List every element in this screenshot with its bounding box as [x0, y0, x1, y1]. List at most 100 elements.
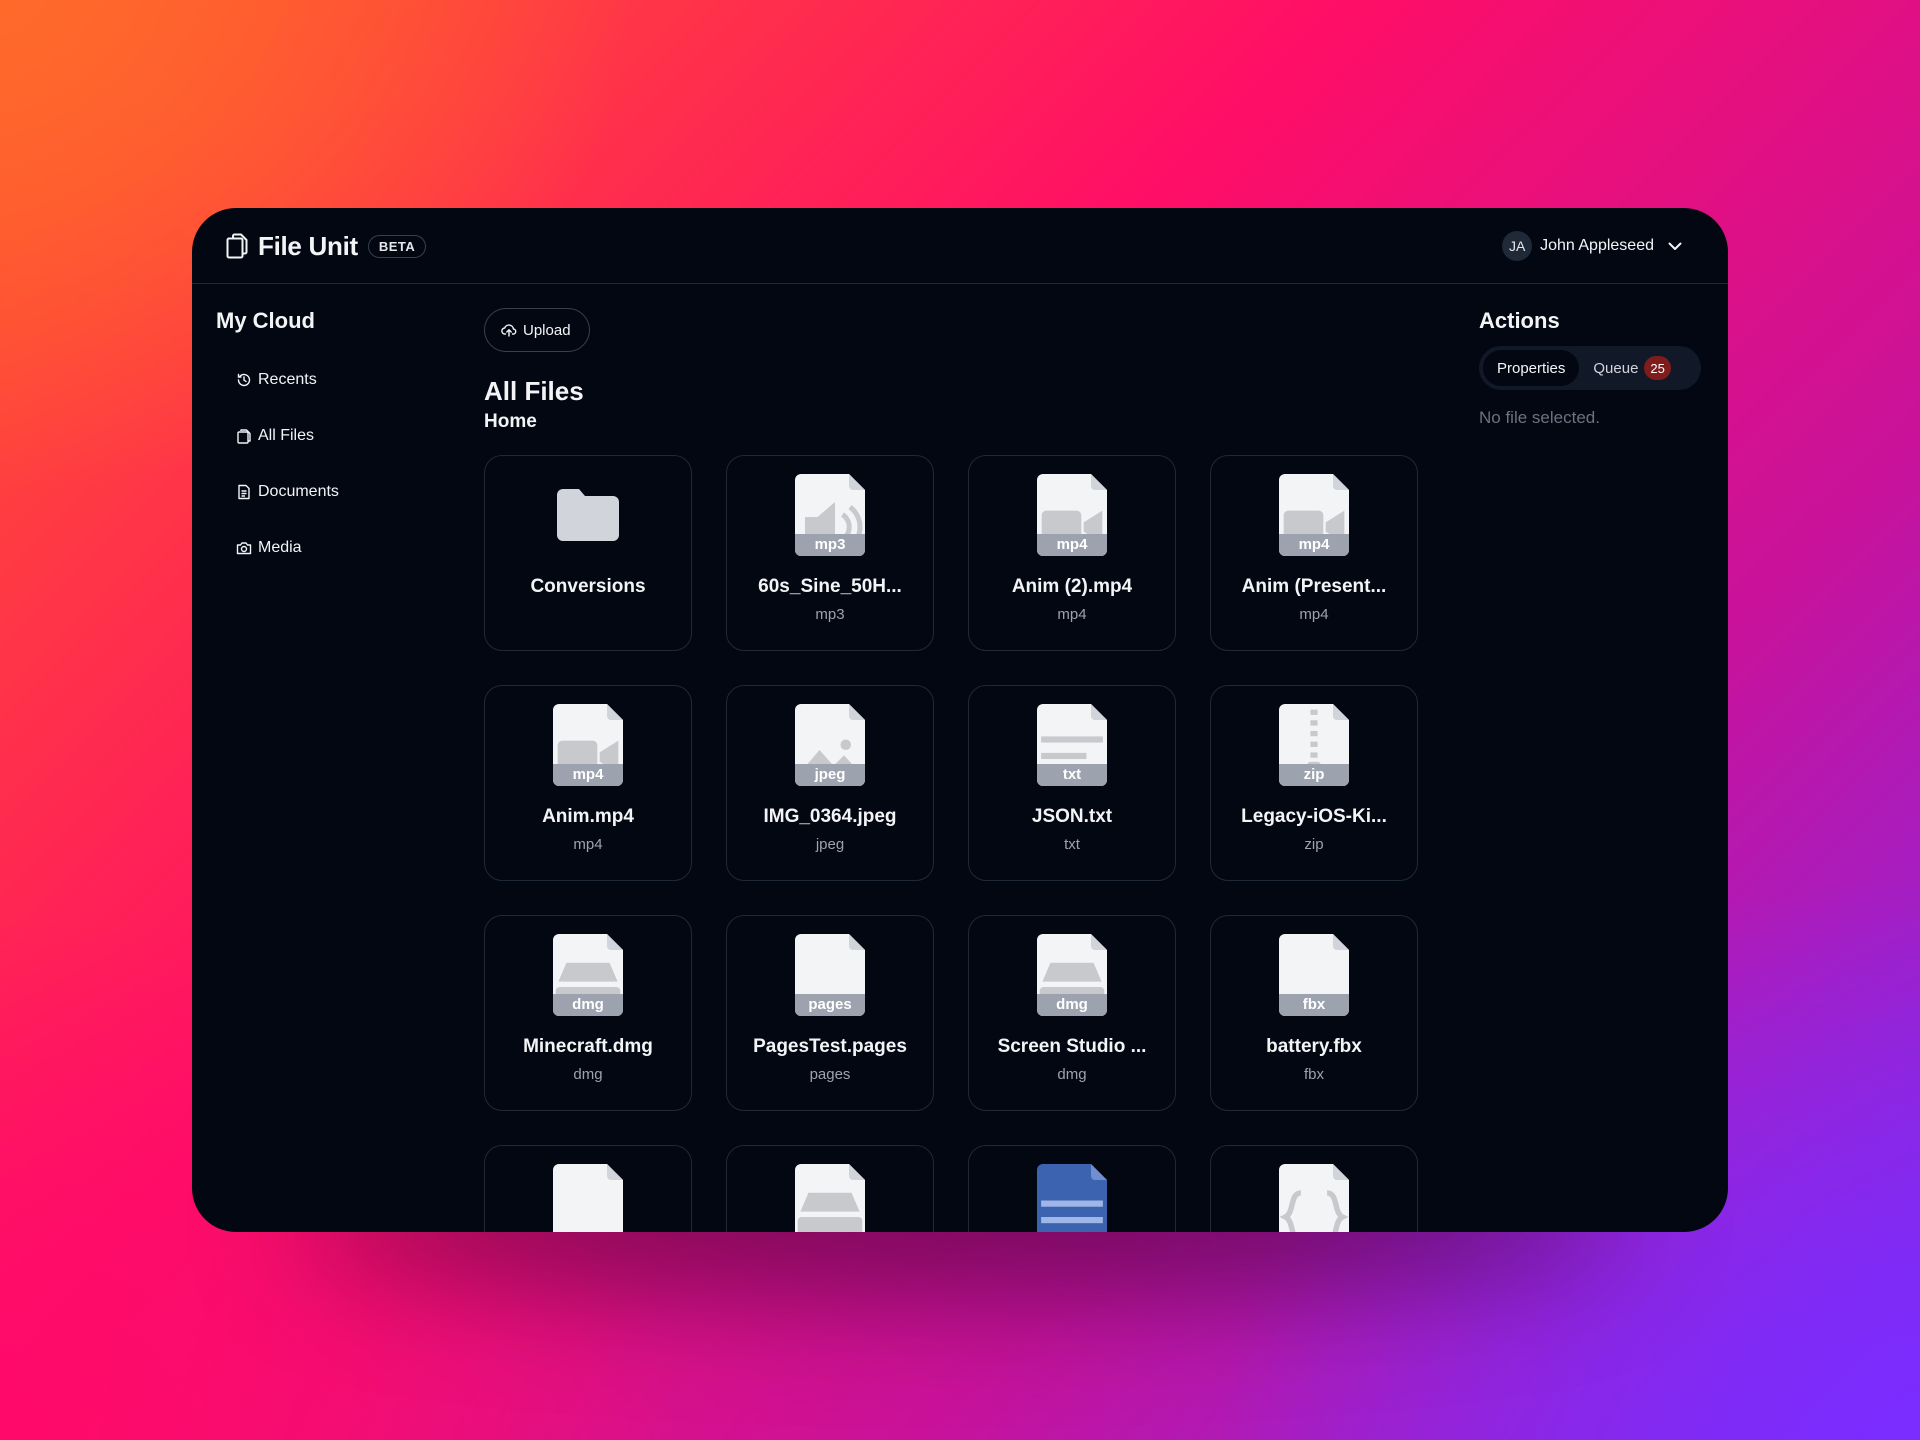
document-icon: [238, 484, 250, 500]
file-card[interactable]: jpeg IMG_0364.jpeg jpeg: [726, 685, 934, 881]
file-type: zip: [1304, 836, 1324, 853]
file-card[interactable]: mp4 Anim.mp4 mp4: [484, 685, 692, 881]
file-type: mp4: [1057, 606, 1087, 623]
app-window: File Unit BETA JA John Appleseed My Clou…: [192, 208, 1728, 1232]
file-name: PagesTest.pages: [753, 1036, 907, 1057]
files-logo-icon: [226, 233, 248, 259]
file-ext-label: mp4: [1037, 534, 1107, 556]
file-ext-label: pages: [795, 994, 865, 1016]
file-icon: [1037, 1164, 1107, 1232]
page-title: All Files: [484, 376, 584, 406]
file-card[interactable]: fbx battery.fbx fbx: [1210, 915, 1418, 1111]
tab-label: Properties: [1497, 359, 1566, 377]
sidebar-item-label: Documents: [258, 483, 339, 500]
disk-drive-icon: [797, 1192, 863, 1232]
file-card[interactable]: [968, 1145, 1176, 1232]
file-name: Conversions: [530, 576, 646, 597]
sidebar-item-media[interactable]: Media: [216, 520, 456, 576]
files-icon: [237, 429, 251, 444]
file-type: dmg: [573, 1066, 603, 1083]
file-card[interactable]: dmg Screen Studio ... dmg: [968, 915, 1176, 1111]
upload-label: Upload: [523, 321, 571, 339]
file-icon: mp4: [1279, 474, 1349, 556]
file-ext-label: fbx: [1279, 994, 1349, 1016]
sidebar-item-documents[interactable]: Documents: [216, 464, 456, 520]
sidebar: My Cloud Recents All Files Documents Med…: [216, 308, 456, 576]
actions-tabs: Properties Queue 25: [1479, 346, 1701, 390]
file-name: Legacy-iOS-Ki...: [1241, 806, 1387, 827]
file-name: Anim (Present...: [1241, 576, 1387, 597]
file-card[interactable]: [726, 1145, 934, 1232]
file-card-folder[interactable]: Conversions: [484, 455, 692, 651]
file-icon: dmg: [1037, 934, 1107, 1016]
file-ext-label: jpeg: [795, 764, 865, 786]
file-icon: jpeg: [795, 704, 865, 786]
file-ext-label: zip: [1279, 764, 1349, 786]
brand[interactable]: File Unit BETA: [226, 230, 427, 262]
actions-title: Actions: [1479, 308, 1560, 333]
file-name: Anim (2).mp4: [1011, 576, 1133, 597]
file-type: jpeg: [815, 836, 845, 853]
file-name: Screen Studio ...: [997, 1036, 1147, 1057]
recents-icon: [237, 373, 251, 387]
file-card[interactable]: dmg Minecraft.dmg dmg: [484, 915, 692, 1111]
file-card[interactable]: zip Legacy-iOS-Ki... zip: [1210, 685, 1418, 881]
file-ext-label: dmg: [1037, 994, 1107, 1016]
header: File Unit BETA JA John Appleseed: [192, 208, 1728, 284]
file-icon: mp4: [1037, 474, 1107, 556]
file-ext-label: dmg: [553, 994, 623, 1016]
file-icon: txt: [1037, 704, 1107, 786]
file-card[interactable]: mp4 Anim (2).mp4 mp4: [968, 455, 1176, 651]
file-name: Anim.mp4: [542, 806, 634, 827]
upload-button[interactable]: Upload: [484, 308, 590, 352]
file-icon: zip: [1279, 704, 1349, 786]
file-name: JSON.txt: [1031, 806, 1113, 827]
actions-panel: Actions Properties Queue 25 No file sele…: [1479, 308, 1701, 428]
file-icon: [1279, 1164, 1349, 1232]
file-ext-label: txt: [1037, 764, 1107, 786]
no-selection-text: No file selected.: [1479, 408, 1600, 427]
file-grid: Conversions mp3 60s_Sine_50H... mp3 mp4 …: [484, 455, 1424, 1232]
file-type: pages: [809, 1066, 851, 1083]
file-type: txt: [1064, 836, 1080, 853]
user-name: John Appleseed: [1540, 237, 1654, 254]
tab-queue[interactable]: Queue 25: [1579, 350, 1685, 386]
file-icon: fbx: [1279, 934, 1349, 1016]
user-menu[interactable]: JA John Appleseed: [1502, 230, 1684, 262]
breadcrumb[interactable]: Home: [484, 411, 1424, 433]
file-icon: pages: [795, 934, 865, 1016]
file-card[interactable]: mp4 Anim (Present... mp4: [1210, 455, 1418, 651]
file-name: IMG_0364.jpeg: [763, 806, 897, 827]
file-ext-label: mp3: [795, 534, 865, 556]
sidebar-item-recents[interactable]: Recents: [216, 352, 456, 408]
file-icon: mp4: [553, 704, 623, 786]
sidebar-item-label: Recents: [258, 371, 317, 388]
queue-count-badge: 25: [1644, 356, 1671, 380]
avatar: JA: [1502, 231, 1533, 261]
camera-icon: [236, 542, 252, 555]
sidebar-item-label: Media: [258, 539, 302, 556]
sidebar-item-all-files[interactable]: All Files: [216, 408, 456, 464]
folder-icon-wrap: [553, 474, 623, 556]
sidebar-item-label: All Files: [258, 427, 315, 444]
main-content: Upload All Files Home Conversions mp3 60…: [484, 308, 1424, 1232]
file-card[interactable]: [484, 1145, 692, 1232]
tab-label: Queue: [1593, 359, 1639, 377]
file-type: mp4: [573, 836, 603, 853]
tab-properties[interactable]: Properties: [1483, 350, 1580, 386]
beta-badge: BETA: [367, 234, 427, 258]
file-card[interactable]: pages PagesTest.pages pages: [726, 915, 934, 1111]
file-card[interactable]: mp3 60s_Sine_50H... mp3: [726, 455, 934, 651]
file-icon: mp3: [795, 474, 865, 556]
file-card[interactable]: txt JSON.txt txt: [968, 685, 1176, 881]
file-card[interactable]: [1210, 1145, 1418, 1232]
file-type: mp3: [815, 606, 845, 623]
file-ext-label: mp4: [553, 764, 623, 786]
file-icon: dmg: [553, 934, 623, 1016]
file-type: mp4: [1299, 606, 1329, 623]
file-name: 60s_Sine_50H...: [758, 576, 902, 597]
file-name: battery.fbx: [1266, 1036, 1362, 1057]
folder-icon: [557, 489, 619, 541]
chevron-down-icon: [1668, 242, 1682, 250]
cloud-upload-icon: [501, 324, 517, 337]
